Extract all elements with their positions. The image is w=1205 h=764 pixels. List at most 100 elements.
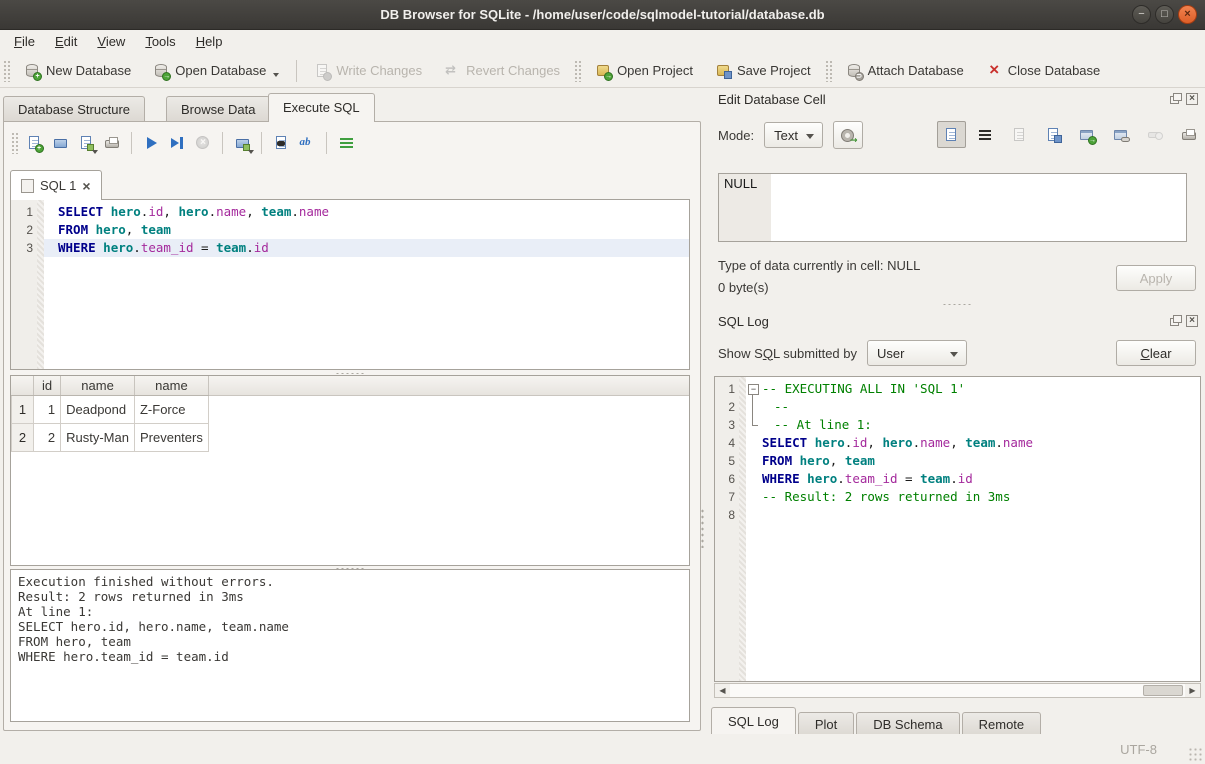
encoding-indicator[interactable]: UTF-8 bbox=[1120, 742, 1157, 757]
save-project-button[interactable]: Save Project bbox=[707, 59, 819, 83]
window-controls: −□× bbox=[1132, 5, 1197, 24]
result-cell[interactable]: Z-Force bbox=[134, 395, 208, 423]
result-cell[interactable]: Rusty-Man bbox=[61, 423, 135, 451]
tab-browse-data[interactable]: Browse Data bbox=[166, 96, 270, 122]
mode-label: Mode: bbox=[718, 128, 754, 143]
format-sql-button[interactable] bbox=[333, 131, 359, 155]
close-panel-icon[interactable] bbox=[1186, 93, 1198, 105]
fold-collapse-icon[interactable] bbox=[746, 380, 762, 398]
results-column-header[interactable]: name bbox=[134, 376, 208, 395]
menu-edit[interactable]: Edit bbox=[45, 30, 87, 54]
cell-log-splitter[interactable] bbox=[718, 302, 1196, 306]
row-number[interactable]: 2 bbox=[12, 423, 34, 451]
open-database-button[interactable]: →Open Database bbox=[145, 59, 287, 83]
cell-editor-area[interactable] bbox=[771, 174, 1186, 241]
filter-label: Show SQL submitted by bbox=[718, 346, 857, 361]
cell-value: NULL bbox=[719, 174, 771, 241]
close-panel-icon[interactable] bbox=[1186, 315, 1198, 327]
cell-value-editor[interactable]: NULL bbox=[718, 173, 1187, 242]
float-panel-icon[interactable] bbox=[1170, 93, 1182, 105]
auto-switch-mode-button[interactable] bbox=[833, 121, 863, 149]
open-in-external-button[interactable]: → bbox=[1073, 121, 1102, 148]
word-wrap-button[interactable] bbox=[971, 121, 1000, 148]
clear-log-button[interactable]: Clear bbox=[1116, 340, 1196, 366]
new-database-icon: + bbox=[24, 63, 41, 79]
sql-log-line: SELECT hero.id, hero.name, team.name bbox=[746, 434, 1200, 452]
text-mode-button[interactable] bbox=[937, 121, 966, 148]
mode-select[interactable]: Text bbox=[764, 122, 823, 148]
sql-log-gutter-divider bbox=[739, 377, 746, 681]
print-cell-button[interactable] bbox=[1175, 121, 1204, 148]
copy-link-button[interactable] bbox=[1107, 121, 1136, 148]
sql-document-tab[interactable]: SQL 1 × bbox=[10, 170, 102, 200]
save-sql-file-button[interactable] bbox=[73, 131, 99, 155]
scrollbar-trough[interactable] bbox=[730, 684, 1185, 697]
execution-status-log[interactable]: Execution finished without errors.Result… bbox=[10, 569, 690, 722]
open-sql-tab-button[interactable]: + bbox=[21, 131, 47, 155]
execution-log-line: Result: 2 rows returned in 3ms bbox=[18, 589, 682, 604]
print-sql-button[interactable] bbox=[99, 131, 125, 155]
import-data-button bbox=[1005, 121, 1034, 148]
set-null-icon bbox=[1147, 127, 1164, 143]
dock-tab-remote[interactable]: Remote bbox=[962, 712, 1042, 736]
find-button[interactable] bbox=[268, 131, 294, 155]
attach-database-button[interactable]: ⊃Attach Database bbox=[838, 59, 972, 83]
dock-tab-plot[interactable]: Plot bbox=[798, 712, 854, 736]
edit-cell-panel-title: Edit Database Cell bbox=[718, 92, 826, 107]
write-changes-button: Write Changes bbox=[306, 59, 430, 83]
sql-editor[interactable]: 123 SELECT hero.id, hero.name, team.name… bbox=[10, 199, 690, 370]
tab-execute-sql[interactable]: Execute SQL bbox=[268, 93, 375, 122]
sql-document-tab-label: SQL 1 bbox=[40, 178, 76, 193]
execute-line-button[interactable] bbox=[164, 131, 190, 155]
maximize-button[interactable]: □ bbox=[1155, 5, 1174, 24]
result-cell[interactable]: 2 bbox=[34, 423, 61, 451]
open-sql-file-button[interactable] bbox=[47, 131, 73, 155]
result-cell[interactable]: Preventers bbox=[134, 423, 208, 451]
close-button[interactable]: × bbox=[1178, 5, 1197, 24]
result-cell[interactable]: 1 bbox=[34, 395, 61, 423]
execute-all-button[interactable] bbox=[138, 131, 164, 155]
close-sql-tab-icon[interactable]: × bbox=[82, 179, 90, 193]
close-database-icon bbox=[986, 63, 1003, 79]
open-project-button[interactable]: →Open Project bbox=[587, 59, 701, 83]
scrollbar-thumb[interactable] bbox=[1143, 685, 1183, 696]
export-data-button[interactable] bbox=[1039, 121, 1068, 148]
gear-icon bbox=[841, 129, 854, 142]
close-database-button[interactable]: Close Database bbox=[978, 59, 1109, 83]
editor-code[interactable]: SELECT hero.id, hero.name, team.nameFROM… bbox=[44, 200, 689, 369]
menu-bar: FileEditViewToolsHelp bbox=[0, 30, 1205, 54]
find-replace-button[interactable] bbox=[294, 131, 320, 155]
tab-database-structure[interactable]: Database Structure bbox=[3, 96, 145, 122]
menu-file[interactable]: File bbox=[4, 30, 45, 54]
scroll-right-icon[interactable]: ▶ bbox=[1185, 684, 1200, 697]
cell-editor-toolbar: → bbox=[937, 121, 1204, 148]
scroll-left-icon[interactable]: ◀ bbox=[715, 684, 730, 697]
sql-log-horizontal-scrollbar[interactable]: ◀ ▶ bbox=[714, 683, 1201, 698]
row-number[interactable]: 1 bbox=[12, 395, 34, 423]
float-panel-icon[interactable] bbox=[1170, 315, 1182, 327]
submitter-select[interactable]: User bbox=[867, 340, 967, 366]
results-corner-header[interactable] bbox=[12, 376, 34, 395]
results-column-header[interactable]: name bbox=[61, 376, 135, 395]
results-column-header[interactable]: id bbox=[34, 376, 61, 395]
sql-log-panel-title: SQL Log bbox=[718, 314, 769, 329]
save-sql-file-icon bbox=[78, 135, 95, 151]
menu-tools[interactable]: Tools bbox=[135, 30, 185, 54]
dock-tab-sql-log[interactable]: SQL Log bbox=[711, 707, 796, 736]
dock-tab-db-schema[interactable]: DB Schema bbox=[856, 712, 959, 736]
resize-grip[interactable] bbox=[1188, 747, 1202, 761]
sql-log-view[interactable]: 12345678 -- EXECUTING ALL IN 'SQL 1'----… bbox=[714, 376, 1201, 682]
minimize-button[interactable]: − bbox=[1132, 5, 1151, 24]
dropdown-caret-icon[interactable] bbox=[273, 73, 279, 77]
toolbar-separator bbox=[131, 132, 132, 154]
execution-log-line: Execution finished without errors. bbox=[18, 574, 682, 589]
cell-mode-row: Mode: Text bbox=[718, 121, 863, 149]
results-grid: idnamename11DeadpondZ-Force22Rusty-ManPr… bbox=[10, 375, 690, 566]
apply-button: Apply bbox=[1116, 265, 1196, 291]
export-results-button[interactable] bbox=[229, 131, 255, 155]
result-cell[interactable]: Deadpond bbox=[61, 395, 135, 423]
sql-log-line: -- bbox=[746, 398, 1200, 416]
menu-help[interactable]: Help bbox=[186, 30, 233, 54]
new-database-button[interactable]: +New Database bbox=[16, 59, 139, 83]
menu-view[interactable]: View bbox=[87, 30, 135, 54]
